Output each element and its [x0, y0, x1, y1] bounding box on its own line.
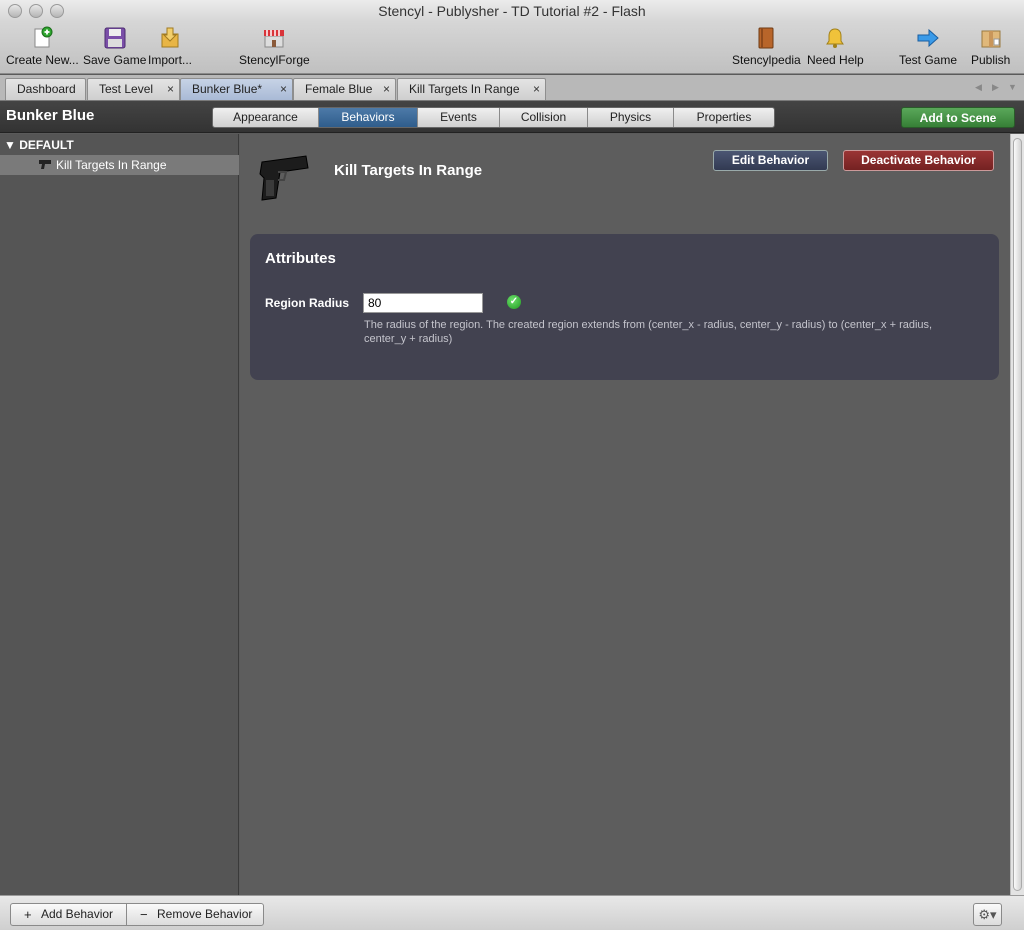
zoom-window-button[interactable] — [50, 4, 64, 18]
tab-kill-targets-in-range[interactable]: Kill Targets In Range × — [397, 78, 546, 100]
region-radius-description: The radius of the region. The created re… — [364, 319, 933, 345]
close-window-button[interactable] — [8, 4, 22, 18]
main-toolbar: Create New... Save Game Import... Stency… — [0, 22, 1024, 74]
title-bar: Stencyl - Publysher - TD Tutorial #2 - F… — [0, 0, 1024, 22]
bottom-bar: + Add Behavior − Remove Behavior ⚙▾ — [0, 895, 1024, 930]
save-game-button[interactable]: Save Game — [83, 26, 146, 67]
tab-bunker-blue[interactable]: Bunker Blue* × — [180, 78, 293, 100]
window-title: Stencyl - Publysher - TD Tutorial #2 - F… — [378, 3, 646, 19]
new-document-icon — [34, 26, 53, 48]
tab-test-level[interactable]: Test Level × — [87, 78, 180, 100]
tab-female-blue[interactable]: Female Blue × — [293, 78, 396, 100]
edit-behavior-button[interactable]: Edit Behavior — [713, 150, 828, 171]
close-tab-icon[interactable]: × — [280, 79, 287, 100]
tab-events[interactable]: Events — [418, 108, 500, 127]
actor-name: Bunker Blue — [6, 107, 95, 124]
region-radius-label: Region Radius — [265, 296, 350, 310]
tab-list-dropdown-icon[interactable]: ▼ — [1008, 82, 1017, 92]
need-help-button[interactable]: Need Help — [807, 26, 864, 67]
actor-mode-tabs: Appearance Behaviors Events Collision Ph… — [212, 107, 775, 128]
vertical-scrollbar[interactable] — [1010, 134, 1024, 895]
import-box-icon — [161, 27, 179, 48]
tab-scroll-right-icon[interactable]: ▶ — [992, 82, 999, 93]
package-icon — [981, 30, 1001, 48]
store-icon — [264, 30, 285, 48]
add-behavior-button[interactable]: + Add Behavior — [10, 903, 127, 926]
deactivate-behavior-button[interactable]: Deactivate Behavior — [843, 150, 994, 171]
floppy-disk-icon — [104, 27, 126, 49]
minus-icon: − — [140, 907, 148, 922]
sidebar-group-default[interactable]: ▼ DEFAULT — [0, 136, 239, 154]
publish-button[interactable]: Publish — [971, 26, 1010, 67]
stencylforge-button[interactable]: StencylForge — [239, 26, 310, 67]
close-tab-icon[interactable]: × — [533, 79, 540, 100]
bell-icon — [826, 28, 845, 48]
scrollbar-thumb[interactable] — [1013, 138, 1022, 891]
actor-header: Bunker Blue Appearance Behaviors Events … — [0, 101, 1024, 133]
sidebar-item-label: Kill Targets In Range — [56, 158, 167, 172]
book-icon — [758, 27, 774, 49]
plus-icon: + — [24, 907, 32, 922]
behavior-sidebar: ▼ DEFAULT Kill Targets In Range — [0, 134, 239, 895]
remove-behavior-button[interactable]: − Remove Behavior — [126, 903, 264, 926]
create-new-button[interactable]: Create New... — [6, 26, 79, 67]
close-tab-icon[interactable]: × — [383, 79, 390, 100]
tab-behaviors[interactable]: Behaviors — [319, 108, 418, 127]
add-to-scene-button[interactable]: Add to Scene — [901, 107, 1015, 128]
minimize-window-button[interactable] — [29, 4, 43, 18]
tab-scroll-left-icon[interactable]: ◀ — [975, 82, 982, 93]
close-tab-icon[interactable]: × — [167, 79, 174, 100]
region-radius-input[interactable] — [363, 293, 483, 313]
document-tab-bar: Dashboard Test Level × Bunker Blue* × Fe… — [0, 75, 1024, 101]
attributes-heading: Attributes — [265, 250, 336, 267]
arrow-right-icon — [917, 28, 939, 48]
stencylpedia-button[interactable]: Stencylpedia — [732, 26, 801, 67]
sidebar-item-kill-targets-in-range[interactable]: Kill Targets In Range — [0, 155, 239, 175]
tab-appearance[interactable]: Appearance — [213, 108, 319, 127]
behavior-title: Kill Targets In Range — [334, 162, 483, 179]
import-button[interactable]: Import... — [148, 26, 192, 67]
pistol-icon — [259, 155, 309, 201]
tab-dashboard[interactable]: Dashboard — [5, 78, 86, 100]
tab-physics[interactable]: Physics — [588, 108, 674, 127]
check-icon: ✓ — [507, 295, 521, 309]
tab-properties[interactable]: Properties — [674, 108, 774, 127]
test-game-button[interactable]: Test Game — [899, 26, 957, 67]
gear-icon: ⚙▾ — [978, 907, 997, 922]
tab-collision[interactable]: Collision — [500, 108, 588, 127]
gear-menu-button[interactable]: ⚙▾ — [973, 903, 1002, 926]
pistol-icon — [39, 160, 51, 169]
